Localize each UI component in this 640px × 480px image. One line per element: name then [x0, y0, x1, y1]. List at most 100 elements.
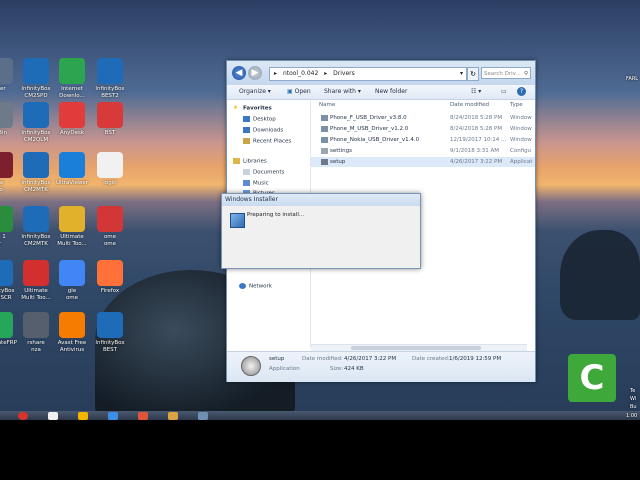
setup-application-icon [241, 356, 261, 376]
desktop-shortcut-icon [0, 206, 13, 232]
breadcrumb-item[interactable]: ntool_0.042 [283, 70, 318, 77]
breadcrumb-item[interactable]: Drivers [333, 70, 355, 77]
taskbar-app-icon[interactable] [198, 412, 208, 420]
desktop-shortcut-icon [97, 152, 123, 178]
desktop-shortcut[interactable]: BST [88, 102, 132, 137]
column-header-name[interactable]: Name [319, 102, 335, 108]
desktop-shortcut-icon [23, 312, 49, 338]
breadcrumb-separator: ▸ [274, 70, 278, 77]
back-arrow-icon[interactable]: ◀ [232, 66, 246, 80]
desktop-shortcut-icon [97, 260, 123, 286]
file-row[interactable]: setup 4/26/2017 3:22 PM Applicat [311, 157, 535, 167]
nav-downloads[interactable]: Downloads [243, 127, 283, 134]
desktop-shortcut-icon [23, 58, 49, 84]
forward-arrow-icon[interactable]: ▶ [248, 66, 262, 80]
file-date: 4/26/2017 3:22 PM [450, 159, 503, 165]
horizontal-scrollbar[interactable] [311, 344, 527, 351]
desktop-shortcut[interactable]: ome ome [88, 206, 132, 247]
file-name: Phone_M_USB_Driver_v1.2.0 [330, 126, 409, 132]
details-created-value: 1/6/2019 12:59 PM [449, 356, 502, 362]
organize-button[interactable]: Organize ▾ [239, 87, 271, 97]
file-row[interactable]: Phone_F_USB_Driver_v3.8.0 8/24/2018 5:28 … [311, 113, 535, 123]
file-row[interactable]: Phone_Nokia_USB_Driver_v1.4.0 12/19/2017 … [311, 135, 535, 145]
breadcrumb-separator: ▸ [324, 70, 328, 77]
new-folder-button[interactable]: New folder [375, 87, 407, 97]
taskbar-app-icon[interactable] [138, 412, 148, 420]
desktop-shortcut[interactable]: login [88, 152, 132, 187]
installer-message: Preparing to install... [247, 212, 305, 218]
file-row[interactable]: Phone_M_USB_Driver_v1.2.0 8/24/2018 5:28 … [311, 124, 535, 134]
open-icon: ▣ [287, 88, 293, 95]
open-button[interactable]: ▣ Open [287, 87, 311, 97]
file-name: settings [330, 148, 352, 154]
desktop-shortcut-icon [97, 206, 123, 232]
taskbar-app-icon[interactable] [108, 412, 118, 420]
file-name: Phone_Nokia_USB_Driver_v1.4.0 [330, 137, 420, 143]
desktop-icon [243, 116, 250, 122]
column-header-type[interactable]: Type [510, 102, 523, 108]
screen: uterInfinityBox CM2SPDInternet Downlo...… [0, 0, 640, 480]
file-icon [321, 115, 328, 121]
desktop-shortcut[interactable]: InfinityBox BEST2 [88, 58, 132, 99]
explorer-titlebar: ◀ ▶ ▸ ntool_0.042 ▸ Drivers ▾ ↻ Search D… [227, 61, 535, 85]
file-type: Applicat [510, 159, 533, 165]
file-type: Window [510, 115, 532, 121]
file-icon [321, 126, 328, 132]
desktop-shortcut-icon [23, 152, 49, 178]
desktop-shortcut-icon [0, 312, 13, 338]
file-type: Window [510, 137, 532, 143]
desktop-shortcut-icon [59, 152, 85, 178]
windows-installer-dialog: Windows Installer Preparing to install..… [221, 193, 421, 269]
open-button-label: Open [294, 88, 311, 95]
taskbar-app-icon[interactable] [48, 412, 58, 420]
details-size-value: 424 KB [344, 366, 364, 372]
help-icon[interactable]: ? [517, 87, 526, 96]
address-bar[interactable]: ▸ ntool_0.042 ▸ Drivers ▾ [269, 67, 467, 81]
preview-pane-icon[interactable]: ▭ [501, 87, 507, 97]
nav-recent-places-label: Recent Places [253, 138, 292, 145]
desktop-shortcut[interactable]: Firefox [88, 260, 132, 295]
nav-network[interactable]: Network [239, 283, 272, 290]
details-size-label: Size: [330, 366, 344, 372]
file-name: Phone_F_USB_Driver_v3.8.0 [330, 115, 407, 121]
search-icon: ⚲ [523, 71, 528, 77]
desktop-shortcut-icon [97, 312, 123, 338]
file-icon [321, 148, 328, 154]
installer-title: Windows Installer [225, 196, 278, 203]
desktop-shortcut[interactable]: InfinityBox BEST [88, 312, 132, 353]
desktop-shortcut-label: Firefox [100, 288, 120, 294]
desktop-edge-label: Te [630, 388, 636, 394]
wallpaper-rock-right [560, 230, 640, 320]
desktop-shortcut-label: BST [104, 130, 116, 136]
taskbar-app-icon[interactable] [168, 412, 178, 420]
taskbar-app-icon[interactable] [78, 412, 88, 420]
desktop-shortcut-icon [59, 260, 85, 286]
details-file-name: setup [269, 356, 285, 362]
column-header-date[interactable]: Date modified [450, 102, 489, 108]
camtasia-logo-icon: C [568, 354, 616, 402]
desktop-shortcut-icon [59, 102, 85, 128]
nav-music[interactable]: Music [243, 180, 269, 187]
nav-desktop[interactable]: Desktop [243, 116, 276, 123]
start-button-icon[interactable] [18, 412, 28, 420]
desktop-edge-label: Bu [630, 404, 637, 410]
details-modified-label: Date modified: [302, 356, 343, 362]
file-row[interactable]: settings 9/1/2018 3:31 AM Configu [311, 146, 535, 156]
search-input[interactable]: Search Driv... ⚲ [481, 67, 531, 79]
nav-downloads-label: Downloads [253, 127, 284, 134]
view-options-icon[interactable]: ☷ ▾ [471, 87, 481, 97]
desktop-shortcut-icon [0, 260, 13, 286]
nav-recent-places[interactable]: Recent Places [243, 138, 291, 145]
share-with-button[interactable]: Share with ▾ [324, 87, 361, 97]
file-date: 8/24/2018 5:28 PM [450, 126, 503, 132]
nav-libraries[interactable]: Libraries [233, 158, 267, 165]
chevron-down-icon[interactable]: ▾ [460, 68, 463, 80]
installer-titlebar[interactable]: Windows Installer [222, 194, 420, 206]
desktop-shortcut-label: login [103, 180, 117, 186]
star-icon: ★ [233, 105, 238, 111]
nav-favorites[interactable]: ★ Favorites [233, 105, 272, 112]
scrollbar-thumb[interactable] [351, 346, 481, 350]
nav-documents[interactable]: Documents [243, 169, 284, 176]
file-date: 8/24/2018 5:28 PM [450, 115, 503, 121]
refresh-icon[interactable]: ↻ [467, 67, 479, 81]
